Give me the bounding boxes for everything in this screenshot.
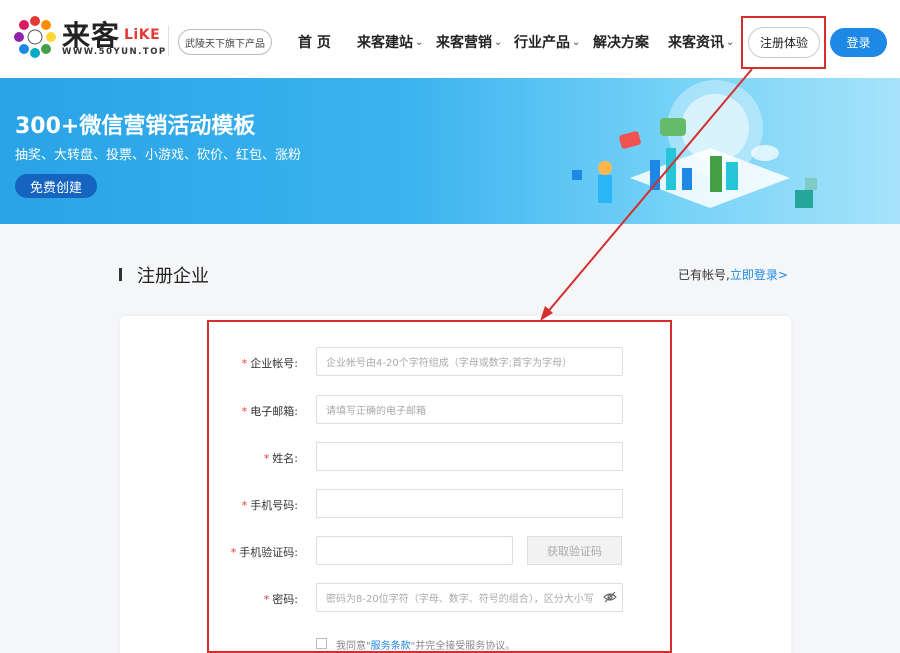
chevron-down-icon: ⌄ [572,36,581,48]
highlight-box-form [207,320,672,653]
login-now-link[interactable]: 立即登录> [730,268,788,282]
nav-label: 来客资讯 [668,35,724,51]
top-header: 来客 LiKE WWW.50YUN.TOP 武陵天下旗下产品 首 页 来客建站 … [0,0,900,78]
nav-item-home[interactable]: 首 页 [298,30,331,54]
nav-label: 行业产品 [514,35,570,51]
nav-item-site-builder[interactable]: 来客建站 ⌄ [357,30,423,54]
have-account-text: 已有帐号,立即登录> [678,266,788,283]
highlight-box-register [741,16,826,69]
promo-banner: 300+微信营销活动模板 抽奖、大转盘、投票、小游戏、砍价、红包、涨粉 免费创建 [0,78,900,224]
page-title: 注册企业 [137,266,209,287]
login-button[interactable]: 登录 [830,28,887,57]
banner-subtitle: 抽奖、大转盘、投票、小游戏、砍价、红包、涨粉 [15,148,302,163]
page: 来客 LiKE WWW.50YUN.TOP 武陵天下旗下产品 首 页 来客建站 … [0,0,900,653]
chevron-down-icon: ⌄ [726,36,735,48]
free-create-button[interactable]: 免费创建 [15,174,97,198]
have-account-label: 已有帐号, [678,268,730,282]
nav-item-news[interactable]: 来客资讯 ⌄ [668,30,734,54]
chevron-down-icon: ⌄ [494,36,503,48]
logo-flower-icon [14,16,56,58]
brand-suffix: LiKE [124,27,161,43]
nav-item-industry[interactable]: 行业产品 ⌄ [514,30,580,54]
parent-company-tag[interactable]: 武陵天下旗下产品 [178,29,272,55]
nav-label: 来客营销 [436,35,492,51]
nav-item-marketing[interactable]: 来客营销 ⌄ [436,30,502,54]
nav-label: 解决方案 [593,35,649,51]
banner-title: 300+微信营销活动模板 [15,114,256,139]
header-divider [168,26,169,56]
nav-item-solutions[interactable]: 解决方案 [593,30,649,54]
nav-label: 来客建站 [357,35,413,51]
brand-url: WWW.50YUN.TOP [62,47,167,57]
brand-logo[interactable]: 来客 LiKE WWW.50YUN.TOP [12,14,165,60]
section-marker [119,268,122,281]
banner-illustration [572,80,817,208]
nav-label: 首 页 [298,35,331,51]
chevron-down-icon: ⌄ [415,36,424,48]
